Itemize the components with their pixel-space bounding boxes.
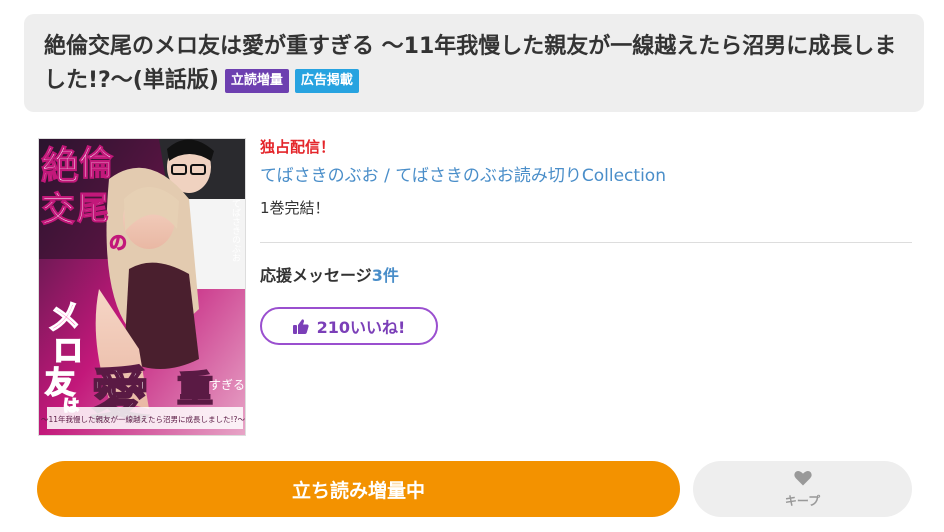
cover-author: てばさきのぶお [230,199,241,262]
cover-title-char-2: 倫 [79,144,114,184]
keep-label: キープ [784,493,821,508]
support-messages[interactable]: 応援メッセージ3件 [260,262,399,286]
author-link[interactable]: てばさきのぶお [260,166,379,186]
keep-button[interactable]: キープ [693,461,912,517]
author-separator: / [378,166,396,186]
thumbs-up-icon [292,318,309,334]
cover-title-char-7: ロ [53,334,83,369]
volume-status: 1巻完結！ [260,199,330,217]
book-info: 独占配信！ てばさきのぶお / てばさきのぶお読み切りCollection 1巻… [260,134,912,220]
cover-title-char-11: 重 [177,368,213,410]
support-label: 応援メッセージ [260,266,372,285]
title-box: 絶倫交尾のメロ友は愛が重すぎる ～11年我慢した親友が一線越えたら沼男に成長しま… [24,14,924,112]
label-link[interactable]: てばさきのぶお読み切りCollection [395,166,666,186]
author-line: てばさきのぶお / てばさきのぶお読み切りCollection [260,162,912,190]
exclusive-label: 独占配信！ [260,138,336,156]
badge-koukoku-keisai: 広告掲載 [294,69,359,93]
like-button[interactable]: 210いいね! [260,307,438,345]
cover-title-char-5: の [109,233,127,254]
cover-title-char-12: すぎる [209,378,245,392]
cover-title-char-4: 尾 [77,189,109,227]
badge-tachiyomi-zouryou: 立読増量 [224,69,289,93]
heart-icon [793,470,812,490]
read-preview-button[interactable]: 立ち読み増量中 [37,461,680,517]
cover-art: 絶 倫 交 尾 の メ ロ 友 は 愛 重 すぎる ～11年我慢した親友が一線越… [39,139,246,435]
cover-subtitle: ～11年我慢した親友が一線越えたら沼男に成長しました!?～ [41,414,246,424]
cover-title-char-6: メ [47,298,81,338]
like-count: 210いいね! [316,318,406,337]
support-count[interactable]: 3件 [372,266,399,285]
cover-title-char-3: 交 [41,190,75,230]
cover-title-char-1: 絶 [41,143,79,188]
divider [260,242,912,243]
read-preview-label: 立ち読み増量中 [291,479,425,502]
page-title: 絶倫交尾のメロ友は愛が重すぎる ～11年我慢した親友が一線越えたら沼男に成長しま… [44,34,897,93]
cover-image[interactable]: 絶 倫 交 尾 の メ ロ 友 は 愛 重 すぎる ～11年我慢した親友が一線越… [38,138,246,436]
